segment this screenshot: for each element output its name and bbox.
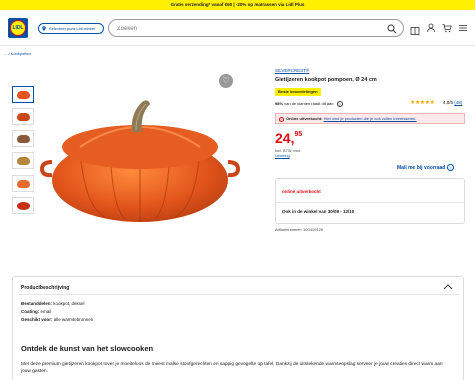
- delivery-link[interactable]: Levering: [275, 154, 301, 159]
- divider: [19, 294, 459, 295]
- rating-stars: ★★★★★: [410, 100, 435, 106]
- chevron-up-icon[interactable]: [443, 283, 453, 291]
- account-icon[interactable]: [426, 23, 436, 33]
- article-number: Artikelnummer: 100410129: [275, 227, 324, 232]
- description-title: Ontdek de kunst van het slowcooken: [21, 344, 154, 353]
- rating-score[interactable]: 4,8/5 (48): [443, 100, 462, 105]
- divider: [276, 202, 464, 203]
- store-selector-label: Selecteer jouw Lidl-winkel: [49, 26, 96, 31]
- notify-when-in-stock-button[interactable]: Mail me bij voorraad ›: [397, 164, 455, 171]
- price: 24,95: [275, 130, 303, 146]
- online-status: online uitverkocht: [282, 189, 321, 194]
- thumbnail-6[interactable]: [12, 197, 34, 214]
- cart-icon[interactable]: [442, 23, 452, 33]
- thumbnail-5[interactable]: [12, 175, 34, 192]
- breadcrumb[interactable]: ... / Kookpotten: [4, 51, 31, 56]
- thumbnail-3[interactable]: [12, 130, 34, 147]
- review-count-link[interactable]: (48): [454, 100, 462, 105]
- search-input[interactable]: [117, 23, 377, 35]
- thumbnail-1[interactable]: [12, 86, 34, 103]
- spec-line: Coating: email: [21, 309, 52, 314]
- description-text: Met deze premium gietijzeren kookpot tov…: [21, 362, 443, 374]
- thumbnail-2[interactable]: [12, 108, 34, 125]
- spec-line: Bestanddelen: kookpot, deksel: [21, 301, 85, 306]
- wishlist-heart-icon[interactable]: ♡: [219, 74, 233, 88]
- sold-out-alert: ! Online uitverkocht: Hier vind je produ…: [275, 113, 465, 124]
- notify-icon: ›: [447, 164, 455, 171]
- best-rated-badge: Beste beoordelingen: [275, 88, 321, 96]
- header-icons: [410, 23, 470, 35]
- lidl-logo[interactable]: LIDL: [8, 18, 28, 38]
- promo-banner[interactable]: Gratis verzending* vanaf €60 | -20% op m…: [0, 0, 475, 10]
- help-icon[interactable]: ?: [336, 101, 343, 107]
- info-icon: !: [279, 117, 284, 122]
- product-title: Gietijzeren kookpot pompoen, Ø 24 cm: [275, 77, 377, 83]
- menu-icon[interactable]: [458, 23, 468, 33]
- catalog-icon[interactable]: [410, 26, 420, 36]
- recommendation-text: 98% van de klanten raadt dit aan ?: [275, 101, 343, 107]
- search-icon[interactable]: [387, 24, 397, 34]
- search-bar: [108, 19, 404, 37]
- price-note: Incl. BTW, excl. Levering: [275, 149, 302, 159]
- instore-availability: Ook in de winkel van 30/09 - 12/10: [282, 209, 355, 214]
- brand-link[interactable]: SILVERCREST®: [275, 68, 309, 73]
- product-image: [40, 100, 240, 222]
- site-header: LIDL Selecteer jouw Lidl-winkel: [0, 10, 475, 46]
- thumbnail-4[interactable]: [12, 152, 34, 169]
- spec-line: Geschikt voor: alle warmtebronnen: [21, 317, 94, 322]
- location-pin-icon: [42, 25, 46, 31]
- product-description-panel: Productbeschrijving Bestanddelen: kookpo…: [12, 276, 464, 380]
- store-selector-button[interactable]: Selecteer jouw Lidl-winkel: [38, 23, 104, 34]
- availability-box: online uitverkocht Ook in de winkel van …: [275, 178, 465, 224]
- alert-link[interactable]: Hier vind je producten die je ook zullen…: [324, 116, 417, 121]
- description-header[interactable]: Productbeschrijving: [21, 285, 69, 291]
